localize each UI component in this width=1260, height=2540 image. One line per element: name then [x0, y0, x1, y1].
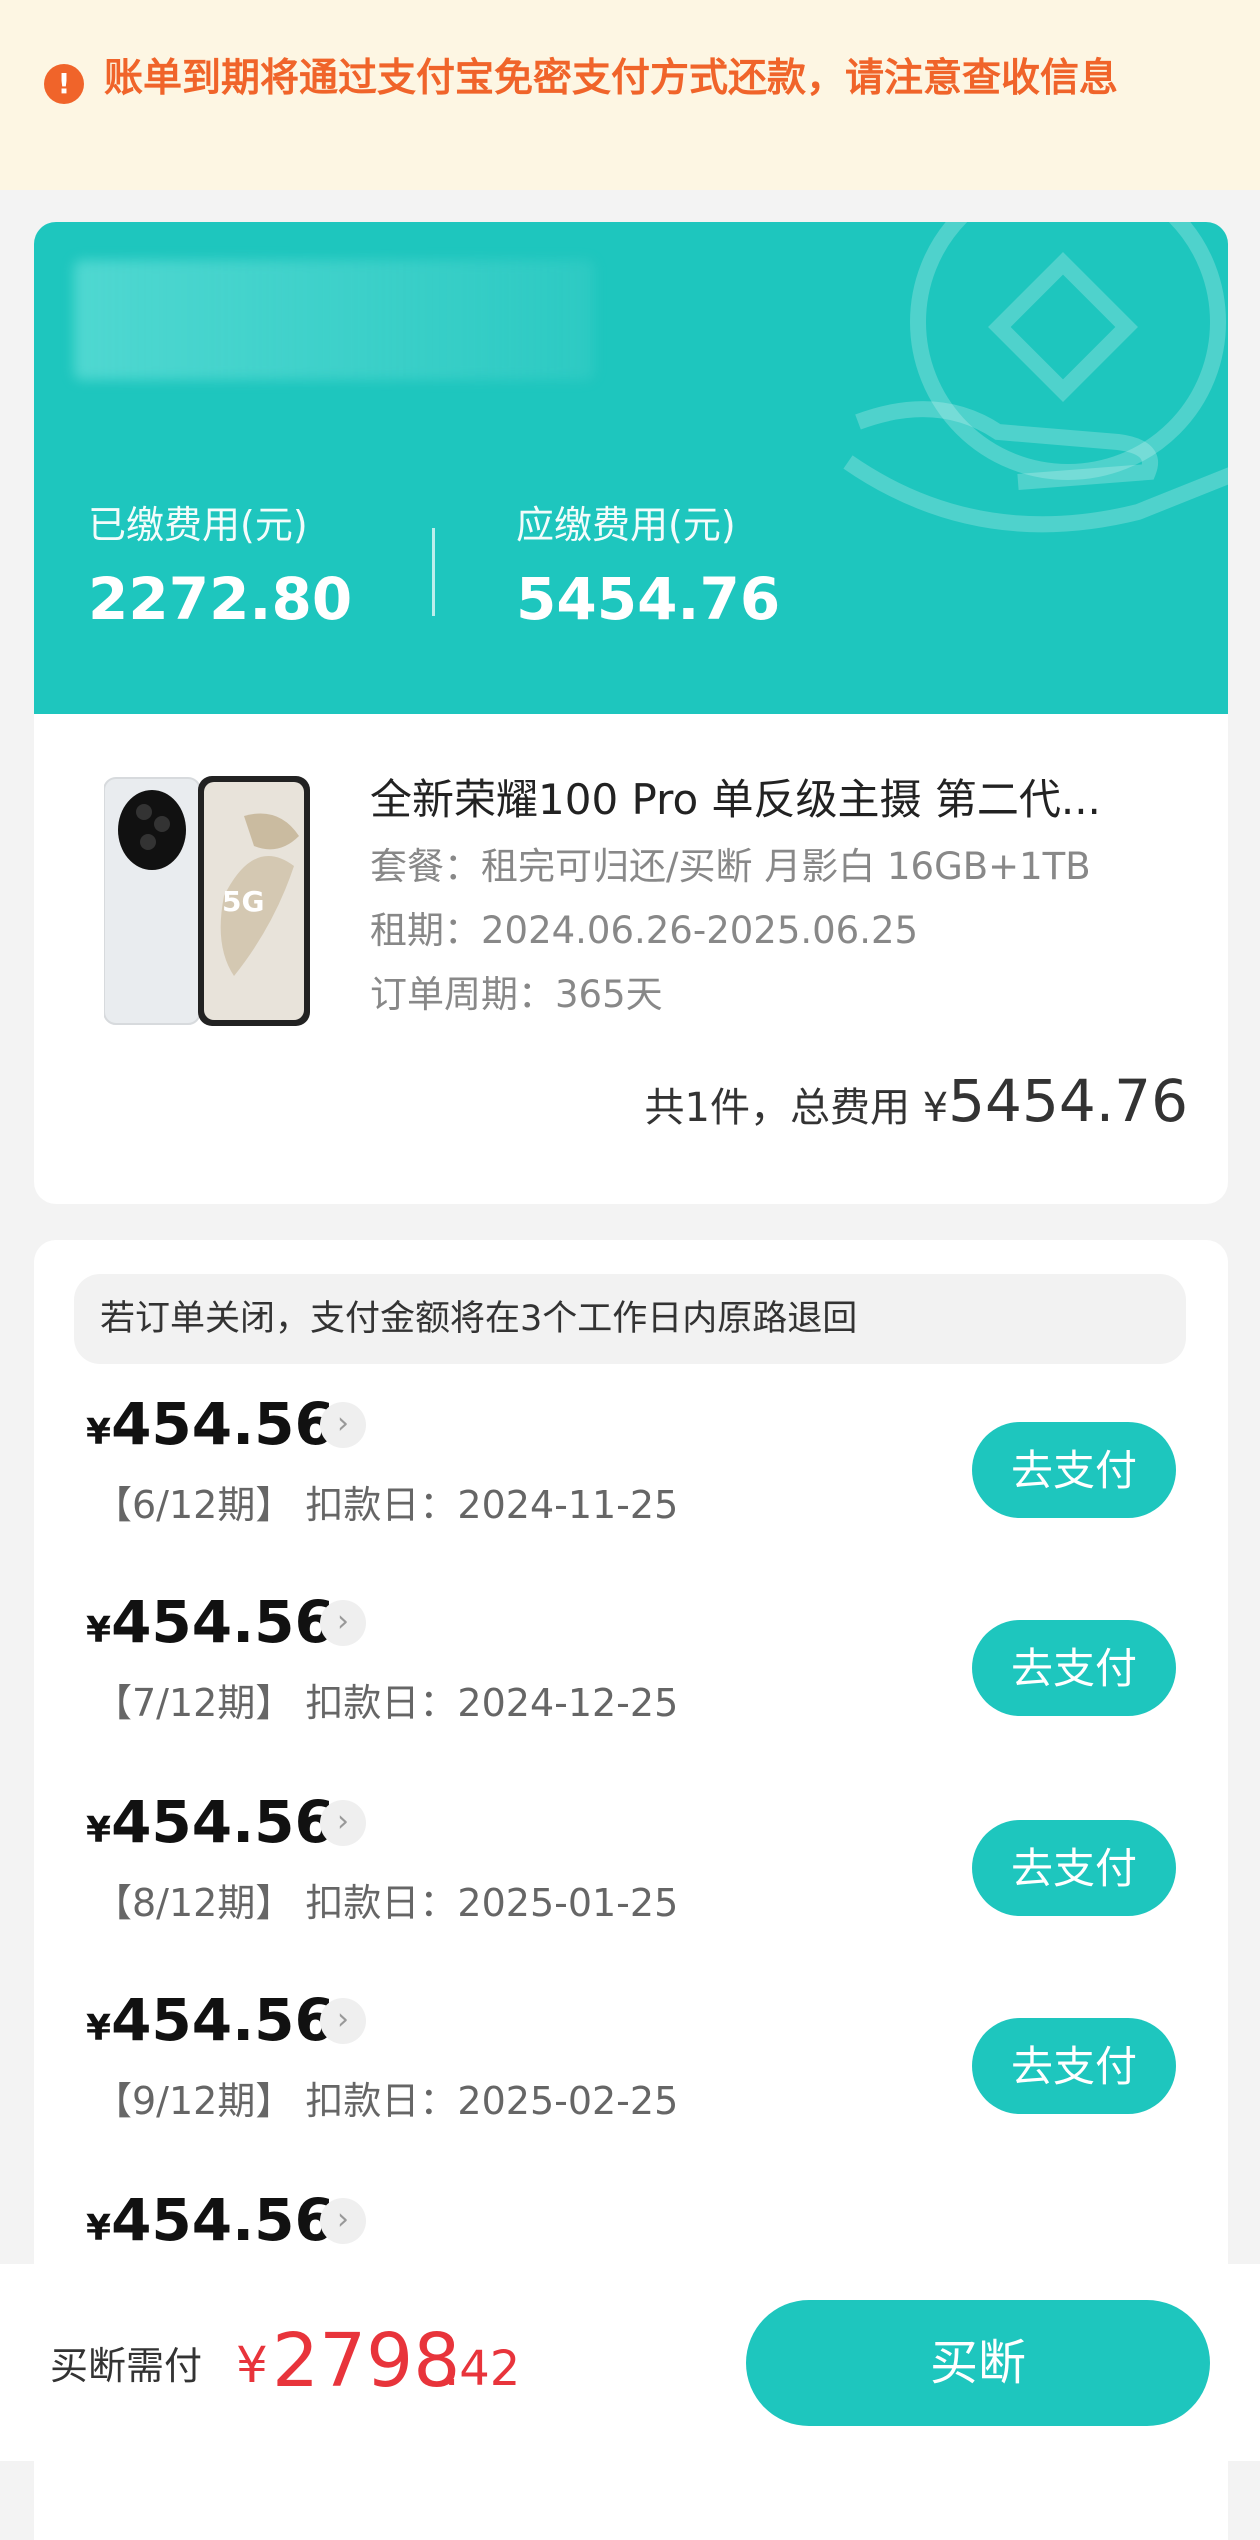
total-yen: ¥ [922, 1085, 949, 1131]
summary-divider [432, 528, 435, 616]
blurred-merchant-name [74, 260, 594, 380]
installment-meta: 【6/12期】 扣款日：2024-11-25 [94, 1483, 679, 1527]
buyout-amount-int: 2798 [272, 2318, 461, 2404]
installment-amount[interactable]: ¥454.56 [86, 1982, 335, 2067]
paid-label: 已缴费用(元) [88, 503, 308, 547]
installment-row: ¥454.56 › 【9/12期】 扣款日：2025-02-25 去支付 [34, 1982, 1228, 2182]
paid-amount-block: 已缴费用(元) 2272.80 [88, 500, 352, 636]
product-card[interactable]: 5G 全新荣耀100 Pro 单反级主摄 第二代... 套餐：租完可归还/买断 … [34, 714, 1228, 1204]
pay-button[interactable]: 去支付 [972, 1620, 1176, 1716]
payment-summary-card: 已缴费用(元) 2272.80 应缴费用(元) 5454.76 [34, 222, 1228, 714]
buyout-bar: 买断需付 ¥ 2798 .42 买断 [0, 2264, 1260, 2461]
due-value: 5454.76 [516, 565, 781, 633]
product-package: 套餐：租完可归还/买断 月影白 16GB+1TB [370, 845, 1091, 888]
total-prefix: 共1件，总费用 [644, 1085, 910, 1131]
installment-amount[interactable]: ¥454.56 [86, 1386, 335, 1471]
installment-meta: 【9/12期】 扣款日：2025-02-25 [94, 2079, 679, 2123]
notice-banner: ! 账单到期将通过支付宝免密支付方式还款，请注意查收信息 [0, 0, 1260, 190]
buyout-amount-dec: .42 [444, 2341, 521, 2397]
due-amount-block: 应缴费用(元) 5454.76 [516, 500, 780, 636]
installment-meta: 【7/12期】 扣款日：2024-12-25 [94, 1681, 679, 1725]
installment-amount[interactable]: ¥454.56 [86, 2182, 335, 2267]
pay-button[interactable]: 去支付 [972, 1422, 1176, 1518]
installment-row: ¥454.56 › 【7/12期】 扣款日：2024-12-25 去支付 [34, 1584, 1228, 1784]
paid-value: 2272.80 [88, 565, 353, 633]
chevron-right-icon[interactable]: › [320, 2198, 366, 2244]
refund-note: 若订单关闭，支付金额将在3个工作日内原路退回 [74, 1274, 1186, 1364]
svg-text:5G: 5G [222, 885, 264, 918]
product-title: 全新荣耀100 Pro 单反级主摄 第二代... [370, 775, 1101, 824]
product-total: 共1件，总费用 ¥5454.76 [645, 1066, 1188, 1143]
chevron-right-icon[interactable]: › [320, 1600, 366, 1646]
installment-amount[interactable]: ¥454.56 [86, 1784, 335, 1869]
installment-meta: 【8/12期】 扣款日：2025-01-25 [94, 1881, 679, 1925]
product-phone-image: 5G [104, 776, 310, 1026]
pay-button[interactable]: 去支付 [972, 2018, 1176, 2114]
chevron-right-icon[interactable]: › [320, 1998, 366, 2044]
pay-button[interactable]: 去支付 [972, 1820, 1176, 1916]
installment-row: ¥454.56 › 【8/12期】 扣款日：2025-01-25 去支付 [34, 1784, 1228, 1984]
installment-row: ¥454.56 › 【6/12期】 扣款日：2024-11-25 去支付 [34, 1386, 1228, 1586]
product-cycle: 订单周期：365天 [370, 973, 663, 1016]
chevron-right-icon[interactable]: › [320, 1800, 366, 1846]
installment-amount[interactable]: ¥454.56 [86, 1584, 335, 1669]
warning-icon: ! [44, 64, 84, 104]
chevron-right-icon[interactable]: › [320, 1402, 366, 1448]
total-amount: 5454.76 [948, 1067, 1188, 1135]
product-period: 租期：2024.06.26-2025.06.25 [370, 909, 919, 952]
notice-text: 账单到期将通过支付宝免密支付方式还款，请注意查收信息 [104, 56, 1119, 101]
buyout-label: 买断需付 [50, 2344, 203, 2388]
buyout-currency: ¥ [236, 2336, 268, 2394]
due-label: 应缴费用(元) [516, 503, 736, 547]
coin-hand-decoration-icon [843, 222, 1228, 533]
buyout-button[interactable]: 买断 [746, 2300, 1210, 2426]
